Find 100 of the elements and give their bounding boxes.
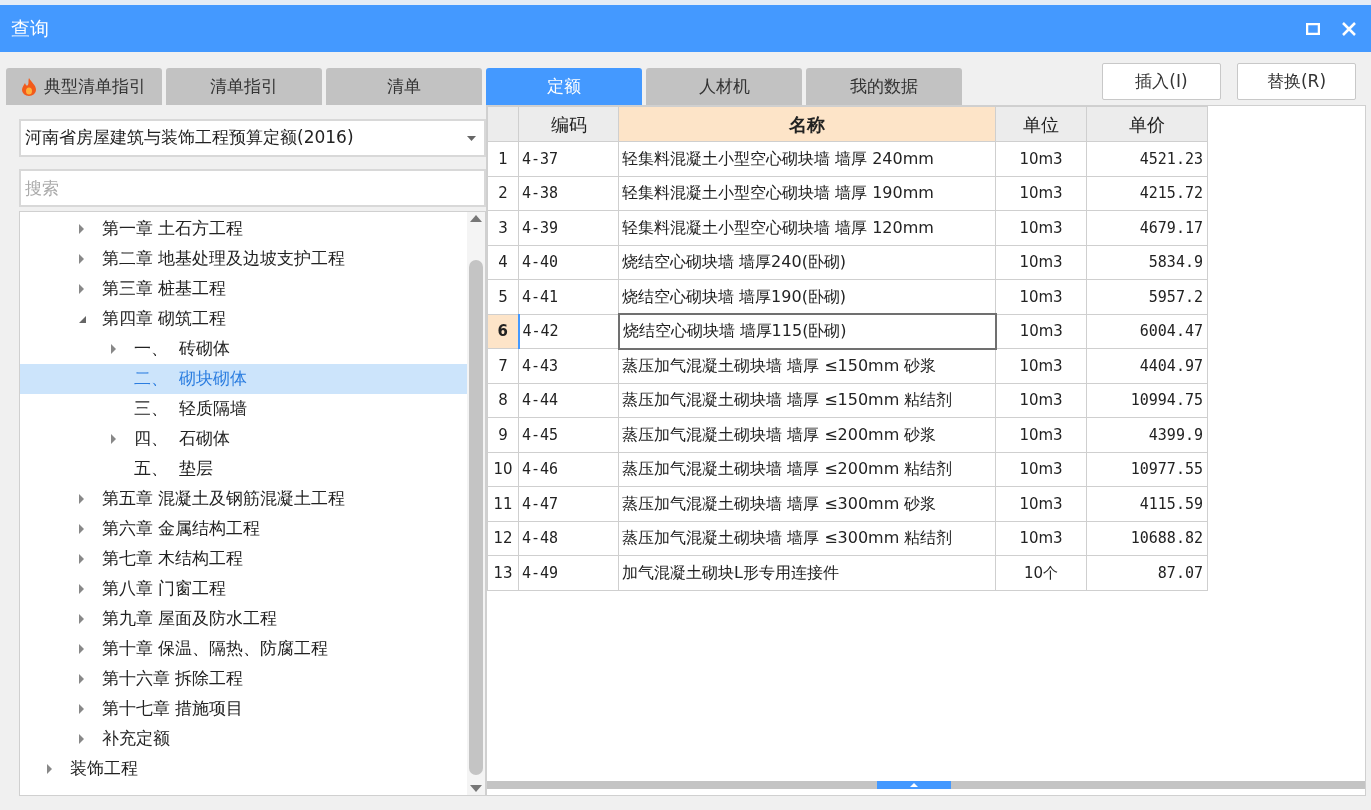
table-cell: 10977.55 <box>1086 452 1208 487</box>
expand-caret-icon[interactable] <box>110 344 117 354</box>
search-field[interactable]: 搜索 <box>19 169 486 207</box>
scrollbar-thumb[interactable] <box>469 260 483 775</box>
column-header[interactable]: 名称 <box>618 106 996 142</box>
flame-icon <box>22 77 36 96</box>
row-number[interactable]: 11 <box>487 486 519 521</box>
expand-caret-icon[interactable] <box>78 674 85 684</box>
column-header[interactable]: 编码 <box>518 106 619 142</box>
expand-caret-icon[interactable] <box>78 284 85 294</box>
scroll-up-icon[interactable] <box>470 215 482 222</box>
row-number[interactable]: 2 <box>487 176 519 211</box>
window-title: 查询 <box>11 16 49 42</box>
vertical-scrollbar[interactable] <box>467 212 485 795</box>
tab[interactable]: 清单 <box>326 68 482 105</box>
tree-item[interactable]: 装饰工程 <box>20 754 467 784</box>
expand-caret-icon[interactable] <box>78 554 85 564</box>
table-cell: 蒸压加气混凝土砌块墙 墙厚 ≤150mm 粘结剂 <box>618 383 996 418</box>
table-cell: 5834.9 <box>1086 245 1208 280</box>
table-cell: 4-47 <box>518 486 619 521</box>
toolbar-button[interactable]: 替换(R) <box>1237 63 1356 100</box>
tree-item[interactable]: 第三章 桩基工程 <box>20 274 467 304</box>
dropdown-caret-icon[interactable] <box>467 135 476 141</box>
tree-item[interactable]: 第七章 木结构工程 <box>20 544 467 574</box>
tree-item[interactable]: 第二章 地基处理及边坡支护工程 <box>20 244 467 274</box>
expand-caret-icon[interactable] <box>78 254 85 264</box>
table-cell: 10m3 <box>995 452 1087 487</box>
table-cell: 4399.9 <box>1086 417 1208 452</box>
expand-caret-icon[interactable] <box>78 614 85 624</box>
expand-caret-icon[interactable] <box>110 434 117 444</box>
table-cell: 轻集料混凝土小型空心砌块墙 墙厚 120mm <box>618 210 996 245</box>
tree-item[interactable]: 第一章 土石方工程 <box>20 214 467 244</box>
tab[interactable]: 我的数据 <box>806 68 962 105</box>
row-number[interactable]: 1 <box>487 141 519 176</box>
tree-item[interactable]: 第十章 保温、隔热、防腐工程 <box>20 634 467 664</box>
row-number[interactable]: 3 <box>487 210 519 245</box>
tree-item[interactable]: 四、 石砌体 <box>20 424 467 454</box>
row-number[interactable]: 6 <box>487 314 519 349</box>
collapse-caret-icon[interactable] <box>78 314 87 324</box>
tab[interactable]: 典型清单指引 <box>6 68 162 105</box>
tab[interactable]: 人材机 <box>646 68 802 105</box>
tree-item[interactable]: 第八章 门窗工程 <box>20 574 467 604</box>
maximize-icon[interactable] <box>1306 22 1320 35</box>
close-icon[interactable] <box>1342 21 1356 36</box>
column-header[interactable]: 单价 <box>1086 106 1208 142</box>
expand-caret-icon[interactable] <box>78 494 85 504</box>
table-cell: 10m3 <box>995 383 1087 418</box>
expand-caret-icon[interactable] <box>78 524 85 534</box>
table-cell: 10m3 <box>995 486 1087 521</box>
row-number[interactable]: 4 <box>487 245 519 280</box>
table-cell: 10m3 <box>995 279 1087 314</box>
toolbar-button[interactable]: 插入(I) <box>1102 63 1221 100</box>
tree-item[interactable]: 五、 垫层 <box>20 454 467 484</box>
tree-item[interactable]: 一、 砖砌体 <box>20 334 467 364</box>
row-number[interactable]: 5 <box>487 279 519 314</box>
table-cell: 蒸压加气混凝土砌块墙 墙厚 ≤150mm 砂浆 <box>618 348 996 383</box>
table-cell: 4-38 <box>518 176 619 211</box>
tree-item[interactable]: 第四章 砌筑工程 <box>20 304 467 334</box>
scrollbar-thumb[interactable] <box>877 781 951 789</box>
tree-item[interactable]: 第十六章 拆除工程 <box>20 664 467 694</box>
table-cell: 蒸压加气混凝土砌块墙 墙厚 ≤300mm 粘结剂 <box>618 521 996 556</box>
tree-item[interactable]: 补充定额 <box>20 724 467 754</box>
table-cell: 4679.17 <box>1086 210 1208 245</box>
row-number[interactable]: 7 <box>487 348 519 383</box>
expand-caret-icon[interactable] <box>78 734 85 744</box>
horizontal-scrollbar[interactable] <box>487 781 1365 789</box>
expand-caret-icon[interactable] <box>78 644 85 654</box>
table-cell: 蒸压加气混凝土砌块墙 墙厚 ≤200mm 砂浆 <box>618 417 996 452</box>
table-cell: 4-48 <box>518 521 619 556</box>
expand-caret-icon[interactable] <box>46 764 53 774</box>
table-cell: 6004.47 <box>1086 314 1208 349</box>
table-cell: 蒸压加气混凝土砌块墙 墙厚 ≤200mm 粘结剂 <box>618 452 996 487</box>
row-number[interactable]: 9 <box>487 417 519 452</box>
table-cell: 10m3 <box>995 245 1087 280</box>
row-number[interactable]: 10 <box>487 452 519 487</box>
tab[interactable]: 清单指引 <box>166 68 322 105</box>
table-cell: 10m3 <box>995 314 1087 349</box>
tree-item[interactable]: 第九章 屋面及防水工程 <box>20 604 467 634</box>
tree-item[interactable]: 第十七章 措施项目 <box>20 694 467 724</box>
scroll-down-icon[interactable] <box>470 785 482 792</box>
table-cell: 4-39 <box>518 210 619 245</box>
table-cell: 4-45 <box>518 417 619 452</box>
column-header[interactable]: 单位 <box>995 106 1087 142</box>
tree-item[interactable]: 第六章 金属结构工程 <box>20 514 467 544</box>
tree-item[interactable]: 第五章 混凝土及钢筋混凝土工程 <box>20 484 467 514</box>
expand-caret-icon[interactable] <box>78 584 85 594</box>
quota-dropdown[interactable]: 河南省房屋建筑与装饰工程预算定额(2016) <box>19 119 486 157</box>
expand-caret-icon[interactable] <box>78 224 85 234</box>
table-cell: 87.07 <box>1086 555 1208 590</box>
row-number[interactable]: 13 <box>487 555 519 590</box>
table-cell: 4215.72 <box>1086 176 1208 211</box>
table-cell: 10m3 <box>995 348 1087 383</box>
expand-caret-icon[interactable] <box>78 704 85 714</box>
row-number[interactable]: 12 <box>487 521 519 556</box>
table-cell: 4-40 <box>518 245 619 280</box>
table-cell: 4-43 <box>518 348 619 383</box>
table-cell: 10m3 <box>995 210 1087 245</box>
scroll-up-icon[interactable] <box>910 783 918 787</box>
row-number[interactable]: 8 <box>487 383 519 418</box>
tree-item[interactable]: 三、 轻质隔墙 <box>20 394 467 424</box>
